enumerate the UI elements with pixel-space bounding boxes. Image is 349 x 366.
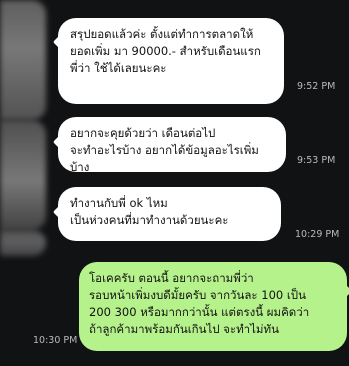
message-timestamp: 10:29 PM	[295, 229, 340, 240]
message-timestamp: 9:53 PM	[297, 155, 336, 166]
message-timestamp: 10:30 PM	[33, 335, 78, 346]
chat-thread[interactable]: สรุปยอดแล้วค่ะ ตั้งแต่ทำการตลาดให้ ยอดเพ…	[0, 0, 349, 366]
incoming-message-bubble[interactable]: ทำงานกับพี่ ok ไหม เป็นห่วงคนที่มาทำงานด…	[58, 187, 281, 241]
incoming-message-bubble[interactable]: สรุปยอดแล้วค่ะ ตั้งแต่ทำการตลาดให้ ยอดเพ…	[58, 18, 284, 104]
outgoing-message-bubble[interactable]: โอเคครับ ตอนนี้ อยากจะถามพี่ว่า รอบหน้าเ…	[79, 262, 347, 351]
incoming-message-bubble[interactable]: อยากจะคุยด้วยว่า เดือนต่อไป จะทำอะไรบ้าง…	[58, 117, 286, 174]
contact-avatar-blurred	[0, 120, 46, 230]
message-timestamp: 9:52 PM	[297, 81, 336, 92]
contact-avatar-blurred	[0, 230, 46, 256]
contact-avatar-blurred	[0, 0, 46, 120]
